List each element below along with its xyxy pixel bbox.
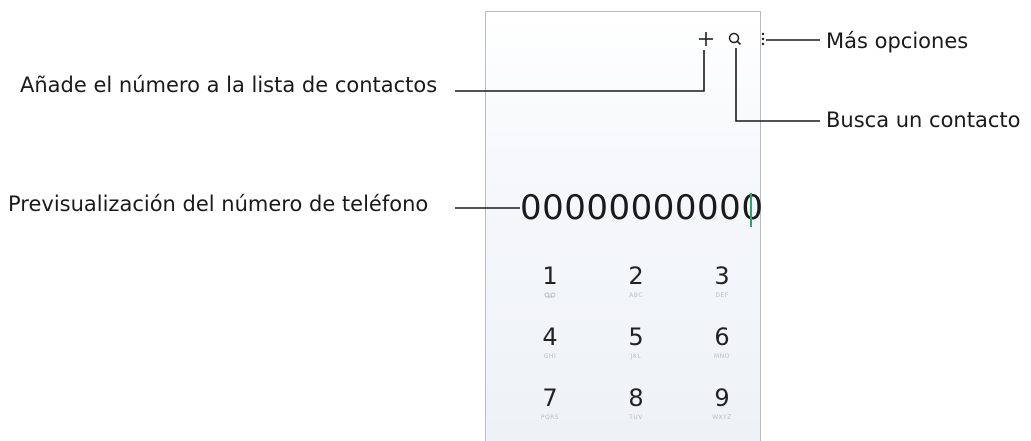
- callout-search-contact: Busca un contacto: [826, 108, 1021, 132]
- callout-more-options: Más opciones: [826, 29, 969, 53]
- key-letters: DEF: [715, 292, 729, 299]
- key-letters: PQRS: [540, 414, 560, 421]
- key-digit: 4: [542, 323, 558, 351]
- key-4[interactable]: 4 GHI: [520, 323, 580, 361]
- search-icon[interactable]: [727, 31, 743, 47]
- key-digit: 7: [542, 384, 558, 412]
- key-digit: 5: [628, 323, 644, 351]
- key-5[interactable]: 5 JKL: [606, 323, 666, 361]
- key-letters: MNO: [714, 353, 730, 360]
- key-2[interactable]: 2 ABC: [606, 262, 666, 300]
- key-letters: GHI: [543, 353, 557, 360]
- phone-number-display[interactable]: 00000000000: [520, 187, 763, 229]
- more-vertical-icon[interactable]: [760, 31, 766, 47]
- key-3[interactable]: 3 DEF: [692, 262, 752, 300]
- callout-number-preview: Previsualización del número de teléfono: [8, 192, 429, 216]
- key-digit: 8: [628, 384, 644, 412]
- key-1[interactable]: 1: [520, 262, 580, 301]
- key-6[interactable]: 6 MNO: [692, 323, 752, 361]
- key-digit: 3: [714, 262, 730, 290]
- key-letters: ABC: [629, 292, 643, 299]
- key-letters: TUV: [629, 414, 643, 421]
- plus-icon[interactable]: [697, 30, 715, 48]
- key-letters: JKL: [630, 353, 642, 360]
- key-7[interactable]: 7 PQRS: [520, 384, 580, 422]
- text-caret: [750, 193, 752, 227]
- key-digit: 1: [542, 262, 558, 290]
- key-digit: 6: [714, 323, 730, 351]
- key-digit: 9: [714, 384, 730, 412]
- key-digit: 2: [628, 262, 644, 290]
- key-9[interactable]: 9 WXYZ: [692, 384, 752, 422]
- voicemail-icon: [520, 292, 580, 301]
- callout-add-to-contacts: Añade el número a la lista de contactos: [20, 73, 438, 97]
- key-8[interactable]: 8 TUV: [606, 384, 666, 422]
- key-letters: WXYZ: [712, 414, 732, 421]
